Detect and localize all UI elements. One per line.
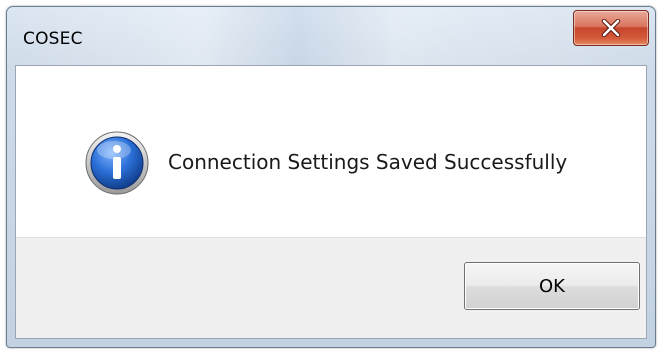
message-dialog-window: COSEC Connection Settings Saved Successf… [6,6,656,348]
ok-button[interactable]: OK [464,262,640,310]
button-panel: OK [16,237,646,338]
message-text: Connection Settings Saved Successfully [168,150,568,174]
titlebar[interactable]: COSEC [7,7,655,65]
close-button[interactable] [573,10,649,46]
window-title: COSEC [23,29,83,49]
info-icon [85,131,149,195]
message-panel: Connection Settings Saved Successfully [16,66,646,237]
close-icon [601,19,621,37]
dialog-client-area: Connection Settings Saved Successfully O… [15,65,647,339]
